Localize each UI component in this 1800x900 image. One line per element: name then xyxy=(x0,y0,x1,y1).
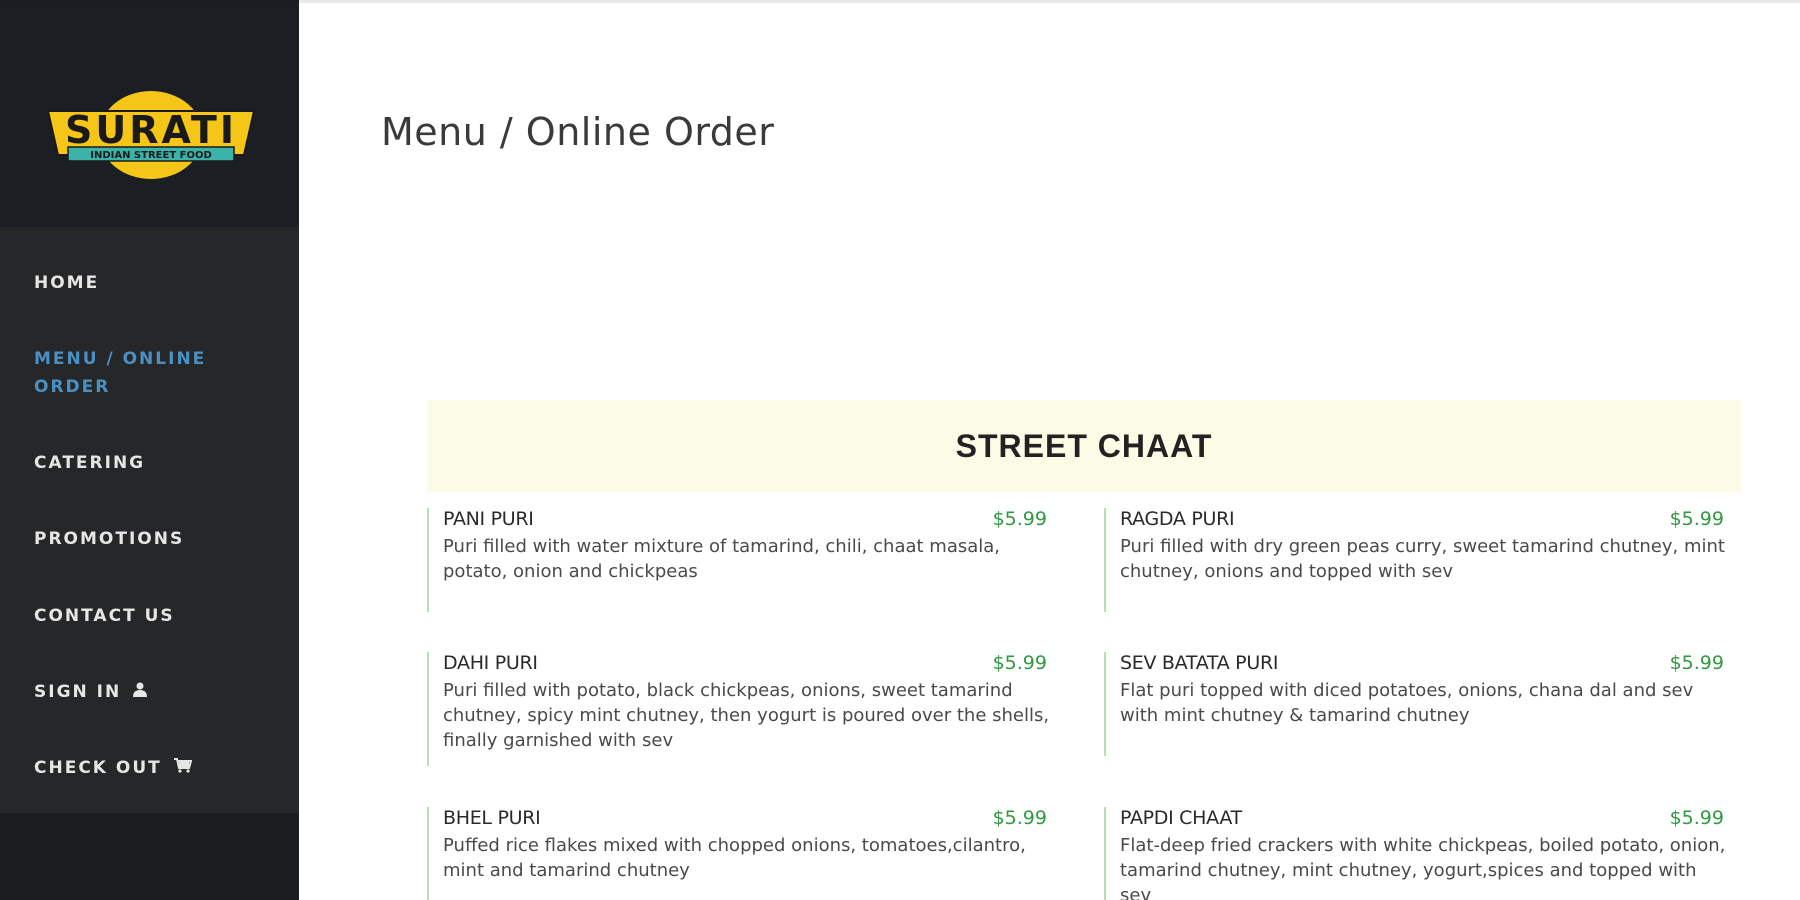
nav-item-label: HOME xyxy=(34,273,100,293)
item-price: $5.99 xyxy=(1669,807,1724,829)
nav-item-menu-online-order[interactable]: MENU / ONLINE ORDER xyxy=(34,345,234,401)
nav-item-promotions[interactable]: PROMOTIONS xyxy=(34,525,274,553)
item-price: $5.99 xyxy=(1669,508,1724,530)
item-name: PANI PURI xyxy=(443,508,534,530)
nav-item-contact-us[interactable]: CONTACT US xyxy=(34,602,274,630)
nav-item-label: CONTACT US xyxy=(34,606,175,626)
nav-item-label: SIGN IN xyxy=(34,682,122,702)
item-name: RAGDA PURI xyxy=(1120,508,1235,530)
menu-item-dahi-puri[interactable]: DAHI PURI $5.99 Puri filled with potato,… xyxy=(427,652,1049,766)
menu-item-papdi-chaat[interactable]: PAPDI CHAAT $5.99 Flat-deep fried cracke… xyxy=(1104,807,1724,900)
section-title: STREET CHAAT xyxy=(955,427,1213,464)
item-name: SEV BATATA PURI xyxy=(1120,652,1279,674)
nav-item-label: CHECK OUT xyxy=(34,758,162,778)
logo-area: SURATI INDIAN STREET FOOD xyxy=(0,5,299,227)
nav-item-label: PROMOTIONS xyxy=(34,529,185,549)
brand-name: SURATI xyxy=(65,108,237,152)
item-price: $5.99 xyxy=(992,508,1047,530)
item-description: Puri filled with dry green peas curry, s… xyxy=(1120,536,1725,582)
item-description: Flat puri topped with diced potatoes, on… xyxy=(1120,680,1694,726)
item-price: $5.99 xyxy=(992,652,1047,674)
menu-item-sev-batata-puri[interactable]: SEV BATATA PURI $5.99 Flat puri topped w… xyxy=(1104,652,1724,756)
item-name: PAPDI CHAAT xyxy=(1120,807,1242,829)
item-description: Flat-deep fried crackers with white chic… xyxy=(1120,835,1724,900)
main-nav: HOME MENU / ONLINE ORDER CATERING PROMOT… xyxy=(0,227,299,813)
section-header: STREET CHAAT xyxy=(427,400,1741,492)
item-name: DAHI PURI xyxy=(443,652,538,674)
menu-item-ragda-puri[interactable]: RAGDA PURI $5.99 Puri filled with dry gr… xyxy=(1104,508,1725,612)
sidebar: SURATI INDIAN STREET FOOD HOME MENU / ON… xyxy=(0,0,299,900)
cart-icon xyxy=(173,754,192,782)
item-description: Puri filled with water mixture of tamari… xyxy=(443,536,1001,582)
nav-item-label: CATERING xyxy=(34,453,146,473)
user-icon xyxy=(133,678,148,706)
menu-item-pani-puri[interactable]: PANI PURI $5.99 Puri filled with water m… xyxy=(427,508,1047,612)
nav-item-sign-in[interactable]: SIGN IN xyxy=(34,678,274,706)
nav-item-check-out[interactable]: CHECK OUT xyxy=(34,754,274,782)
item-price: $5.99 xyxy=(992,807,1047,829)
nav-item-label: MENU / ONLINE ORDER xyxy=(34,349,207,397)
brand-tagline: INDIAN STREET FOOD xyxy=(90,150,212,161)
item-price: $5.99 xyxy=(1669,652,1724,674)
menu-item-bhel-puri[interactable]: BHEL PURI $5.99 Puffed rice flakes mixed… xyxy=(427,807,1047,900)
nav-item-catering[interactable]: CATERING xyxy=(34,449,274,477)
item-description: Puffed rice flakes mixed with chopped on… xyxy=(443,835,1026,881)
item-description: Puri filled with potato, black chickpeas… xyxy=(443,680,1050,751)
page-title: Menu / Online Order xyxy=(381,110,775,154)
nav-item-home[interactable]: HOME xyxy=(34,269,274,297)
surati-logo[interactable]: SURATI INDIAN STREET FOOD xyxy=(44,87,258,183)
item-name: BHEL PURI xyxy=(443,807,541,829)
sidebar-footer xyxy=(0,813,299,900)
